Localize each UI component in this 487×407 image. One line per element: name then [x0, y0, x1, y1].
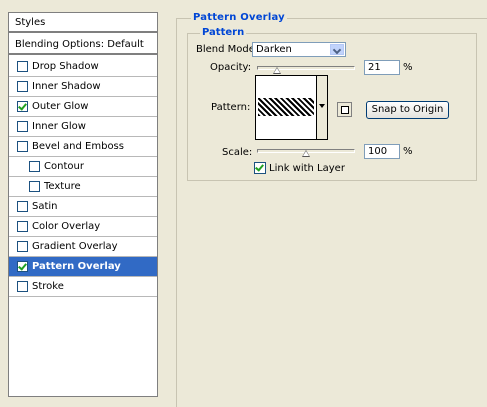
opacity-slider-thumb[interactable]: [273, 67, 281, 74]
style-item-contour[interactable]: Contour: [9, 157, 157, 177]
checkbox-icon[interactable]: [17, 281, 28, 292]
style-item-label: Drop Shadow: [32, 61, 99, 72]
checkbox-icon[interactable]: [17, 101, 28, 112]
checkbox-icon[interactable]: [17, 81, 28, 92]
styles-header-label: Styles: [15, 16, 46, 28]
checkbox-icon[interactable]: [17, 121, 28, 132]
scale-unit: %: [403, 146, 413, 157]
checkbox-icon[interactable]: [17, 261, 28, 272]
pattern-picker-arrow[interactable]: [317, 75, 328, 140]
style-item-texture[interactable]: Texture: [9, 177, 157, 197]
style-item-color-overlay[interactable]: Color Overlay: [9, 217, 157, 237]
blend-mode-select[interactable]: Darken: [252, 42, 346, 57]
style-item-pattern-overlay[interactable]: Pattern Overlay: [9, 257, 157, 277]
blending-options-label: Blending Options: Default: [15, 38, 144, 50]
link-with-layer-label: Link with Layer: [269, 162, 345, 174]
style-item-label: Texture: [44, 181, 81, 192]
opacity-label: Opacity:: [210, 62, 252, 73]
style-item-label: Bevel and Emboss: [32, 141, 124, 152]
pattern-label: Pattern:: [211, 102, 251, 113]
style-item-label: Color Overlay: [32, 221, 101, 232]
style-item-label: Pattern Overlay: [32, 261, 121, 272]
opacity-slider-track[interactable]: [257, 66, 355, 70]
style-item-satin[interactable]: Satin: [9, 197, 157, 217]
checkbox-icon[interactable]: [29, 181, 40, 192]
style-item-label: Satin: [32, 201, 58, 212]
style-item-label: Gradient Overlay: [32, 241, 118, 252]
chevron-down-icon[interactable]: [330, 44, 344, 55]
opacity-unit: %: [403, 62, 413, 73]
style-item-label: Inner Glow: [32, 121, 86, 132]
style-item-label: Contour: [44, 161, 84, 172]
scale-label: Scale:: [222, 147, 253, 158]
checkbox-icon[interactable]: [29, 161, 40, 172]
checkbox-icon[interactable]: [17, 241, 28, 252]
opacity-input[interactable]: 21: [364, 60, 400, 75]
style-item-outer-glow[interactable]: Outer Glow: [9, 97, 157, 117]
style-item-label: Outer Glow: [32, 101, 89, 112]
style-item-label: Stroke: [32, 281, 64, 292]
styles-list: Styles Blending Options: Default Drop Sh…: [8, 12, 158, 397]
checkbox-icon[interactable]: [17, 141, 28, 152]
checkbox-icon[interactable]: [17, 61, 28, 72]
link-with-layer-checkbox[interactable]: Link with Layer: [254, 162, 345, 174]
styles-header[interactable]: Styles: [9, 13, 157, 33]
style-item-stroke[interactable]: Stroke: [9, 277, 157, 297]
scale-slider-thumb[interactable]: [302, 150, 310, 157]
blend-mode-value: Darken: [256, 44, 292, 55]
checkbox-icon[interactable]: [17, 221, 28, 232]
checkbox-icon[interactable]: [254, 162, 266, 174]
blend-mode-label: Blend Mode:: [196, 44, 259, 55]
style-item-inner-glow[interactable]: Inner Glow: [9, 117, 157, 137]
scale-input[interactable]: 100: [364, 144, 400, 159]
pattern-group-title: Pattern: [200, 27, 247, 38]
snap-to-origin-button[interactable]: Snap to Origin: [366, 101, 449, 119]
new-preset-icon[interactable]: [337, 102, 352, 117]
checkbox-icon[interactable]: [17, 201, 28, 212]
pattern-preview[interactable]: [255, 75, 317, 140]
style-item-gradient-overlay[interactable]: Gradient Overlay: [9, 237, 157, 257]
pattern-swatch: [258, 98, 314, 116]
style-item-drop-shadow[interactable]: Drop Shadow: [9, 57, 157, 77]
blending-options-item[interactable]: Blending Options: Default: [9, 35, 157, 55]
style-item-label: Inner Shadow: [32, 81, 101, 92]
style-item-inner-shadow[interactable]: Inner Shadow: [9, 77, 157, 97]
style-item-bevel-and-emboss[interactable]: Bevel and Emboss: [9, 137, 157, 157]
pattern-overlay-title: Pattern Overlay: [191, 12, 287, 23]
